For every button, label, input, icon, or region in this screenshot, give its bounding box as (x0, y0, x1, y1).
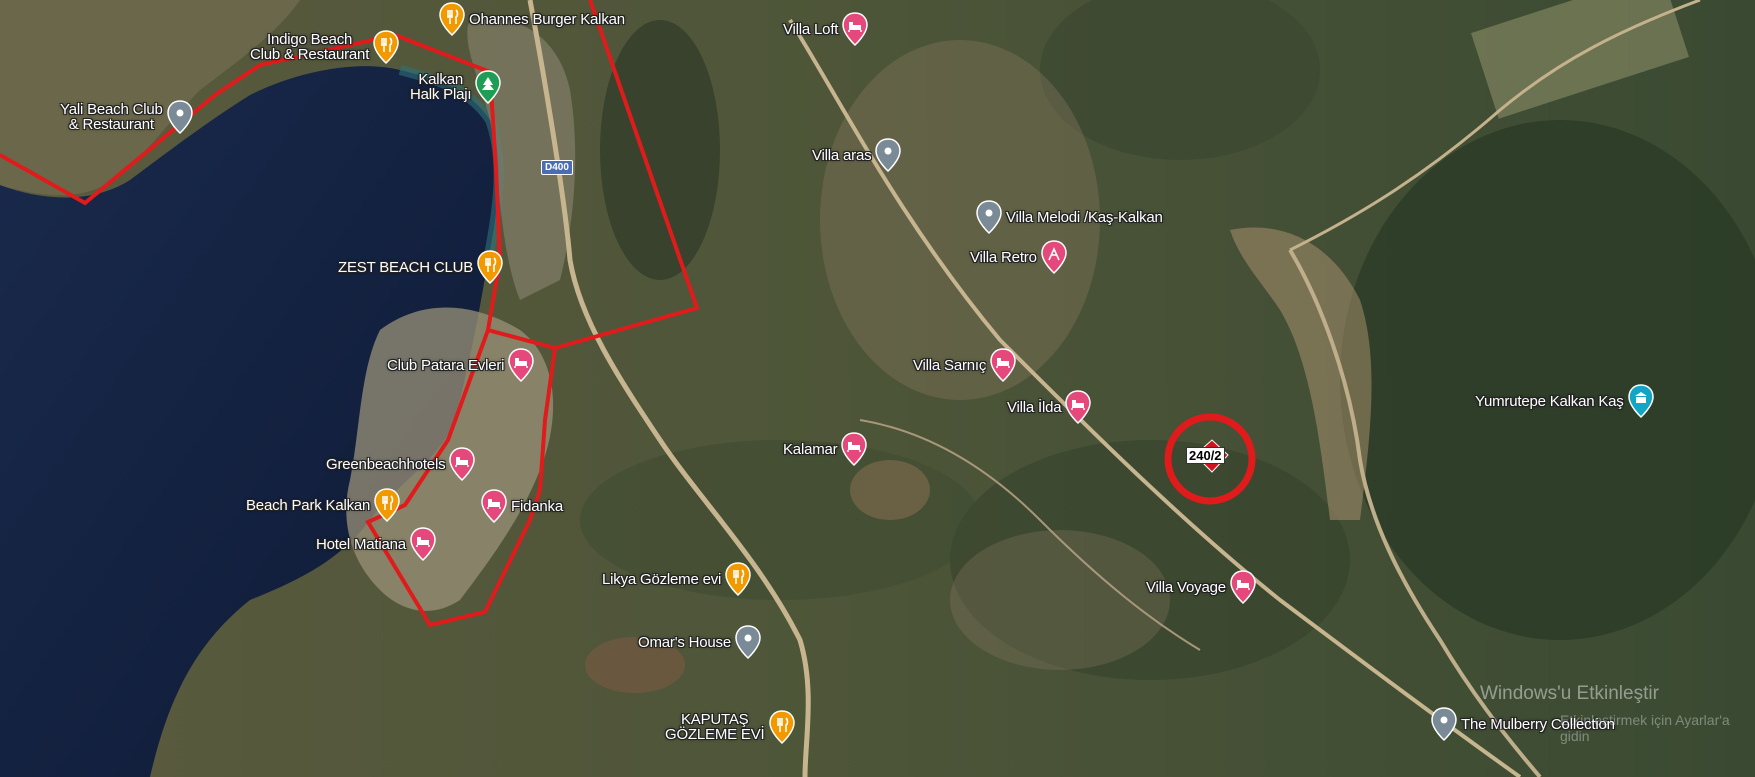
hill-ridge-1 (600, 20, 720, 280)
poi-fidanka[interactable]: Fidanka (480, 489, 563, 523)
poi-hotel-matiana[interactable]: Hotel Matiana (316, 527, 437, 561)
field-3 (850, 460, 930, 520)
fork-knife-icon[interactable] (724, 562, 752, 596)
poi-villa-melodi-ka-kalkan[interactable]: Villa Melodi /Kaş-Kalkan (975, 200, 1163, 234)
fork-knife-icon[interactable] (372, 30, 400, 64)
poi-club-patara-evleri[interactable]: Club Patara Evleri (387, 348, 535, 382)
poi-label[interactable]: Fidanka (511, 498, 563, 515)
bed-icon[interactable] (1064, 390, 1092, 424)
poi-indigo-beach-club-restaurant[interactable]: Indigo Beach Club & Restaurant (250, 30, 400, 64)
parcel-label[interactable]: 240/2 (1186, 447, 1225, 464)
landmark-icon[interactable] (1627, 384, 1655, 418)
fork-knife-icon[interactable] (476, 250, 504, 284)
poi-villa-voyage[interactable]: Villa Voyage (1146, 570, 1257, 604)
poi-label[interactable]: Omar's House (638, 634, 731, 651)
tree-icon[interactable] (474, 70, 502, 104)
activation-watermark-subtitle: Etkinleştirmek için Ayarlar'a gidin (1560, 712, 1730, 744)
poi-label[interactable]: Villa aras (812, 147, 872, 164)
location-pin-icon[interactable] (734, 625, 762, 659)
poi-villa-retro[interactable]: Villa Retro (970, 240, 1068, 274)
poi-kaputa-g-zleme-evi[interactable]: KAPUTAŞ GÖZLEME EVİ (665, 710, 796, 744)
hiking-icon[interactable] (1040, 240, 1068, 274)
poi-villa-sarn[interactable]: Villa Sarnıç (913, 348, 1017, 382)
location-pin-icon[interactable] (1430, 707, 1458, 741)
poi-label[interactable]: Club Patara Evleri (387, 357, 504, 374)
poi-label[interactable]: Villa İlda (1007, 399, 1062, 416)
poi-villa-aras[interactable]: Villa aras (812, 138, 902, 172)
poi-yali-beach-club-restaurant[interactable]: Yali Beach Club & Restaurant (60, 100, 194, 134)
poi-likya-g-zleme-evi[interactable]: Likya Gözleme evi (602, 562, 752, 596)
bed-icon[interactable] (841, 12, 869, 46)
satellite-map[interactable]: D400 240/2 Indigo Beach Club & Restaurant… (0, 0, 1755, 777)
poi-label[interactable]: Yumrutepe Kalkan Kaş (1475, 393, 1624, 410)
poi-omar-s-house[interactable]: Omar's House (638, 625, 762, 659)
bed-icon[interactable] (480, 489, 508, 523)
poi-label[interactable]: Hotel Matiana (316, 536, 406, 553)
bed-icon[interactable] (507, 348, 535, 382)
poi-zest-beach-club[interactable]: ZEST BEACH CLUB (338, 250, 504, 284)
bed-icon[interactable] (1229, 570, 1257, 604)
location-pin-icon[interactable] (874, 138, 902, 172)
bed-icon[interactable] (409, 527, 437, 561)
poi-label[interactable]: Likya Gözleme evi (602, 571, 721, 588)
bed-icon[interactable] (989, 348, 1017, 382)
bed-icon[interactable] (840, 432, 868, 466)
poi-yumrutepe-kalkan-ka[interactable]: Yumrutepe Kalkan Kaş (1475, 384, 1655, 418)
poi-ohannes-burger-kalkan[interactable]: Ohannes Burger Kalkan (438, 2, 625, 36)
poi-label[interactable]: Villa Retro (970, 249, 1037, 266)
village-area-2 (950, 530, 1170, 670)
location-pin-icon[interactable] (975, 200, 1003, 234)
poi-label[interactable]: Yali Beach Club & Restaurant (60, 102, 163, 132)
fork-knife-icon[interactable] (373, 488, 401, 522)
poi-beach-park-kalkan[interactable]: Beach Park Kalkan (246, 488, 401, 522)
poi-kalkan-halk-plaj[interactable]: Kalkan Halk Plajı (410, 70, 502, 104)
poi-label[interactable]: KAPUTAŞ GÖZLEME EVİ (665, 712, 765, 742)
location-pin-icon[interactable] (166, 100, 194, 134)
poi-label[interactable]: Villa Sarnıç (913, 357, 986, 374)
poi-label[interactable]: Villa Loft (783, 21, 838, 38)
fork-knife-icon[interactable] (438, 2, 466, 36)
road-shield-d400: D400 (541, 160, 573, 175)
poi-label[interactable]: Greenbeachhotels (326, 456, 446, 473)
poi-kalamar[interactable]: Kalamar (783, 432, 868, 466)
fork-knife-icon[interactable] (768, 710, 796, 744)
bed-icon[interactable] (448, 447, 476, 481)
poi-villa-loft[interactable]: Villa Loft (783, 12, 869, 46)
poi-label[interactable]: Villa Melodi /Kaş-Kalkan (1006, 209, 1163, 226)
activation-watermark: Windows'u Etkinleştir (1480, 683, 1659, 704)
poi-label[interactable]: Beach Park Kalkan (246, 497, 370, 514)
poi-villa-i-lda[interactable]: Villa İlda (1007, 390, 1092, 424)
poi-greenbeachhotels[interactable]: Greenbeachhotels (326, 447, 476, 481)
poi-label[interactable]: Ohannes Burger Kalkan (469, 11, 625, 28)
poi-label[interactable]: Villa Voyage (1146, 579, 1226, 596)
poi-label[interactable]: Kalkan Halk Plajı (410, 72, 472, 102)
poi-label[interactable]: ZEST BEACH CLUB (338, 259, 473, 276)
poi-label[interactable]: Kalamar (783, 441, 838, 458)
poi-label[interactable]: Indigo Beach Club & Restaurant (250, 32, 369, 62)
